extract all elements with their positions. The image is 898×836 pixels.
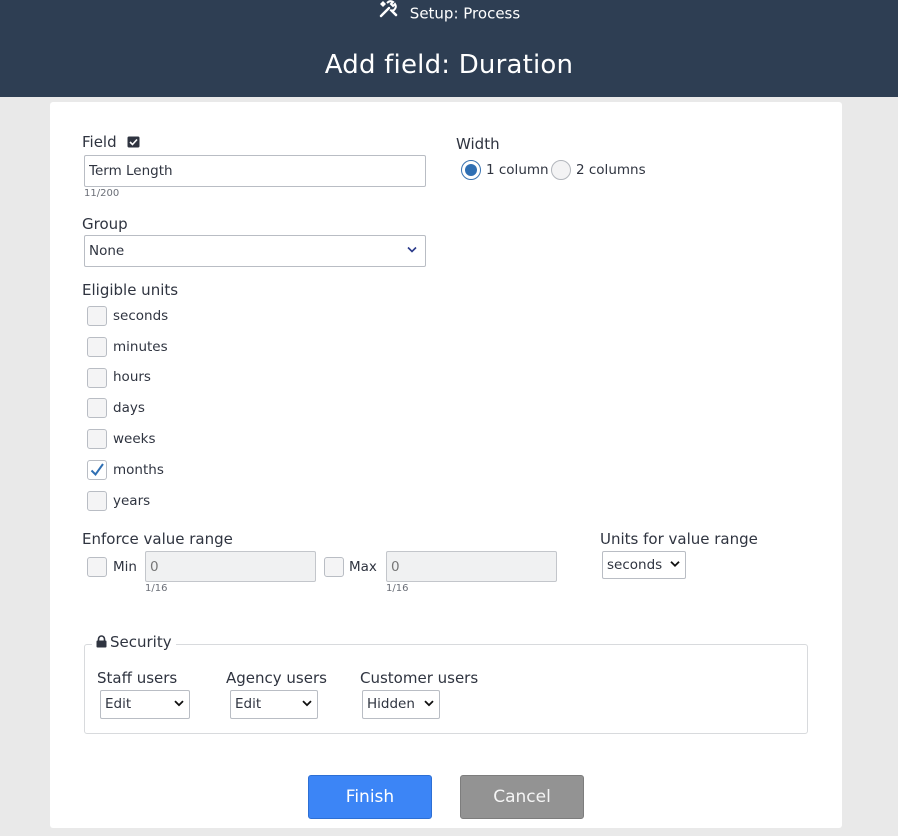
customer-users-label: Customer users <box>360 669 479 687</box>
unit-seconds-label: seconds <box>113 308 169 324</box>
group-select-value: None <box>89 243 125 259</box>
security-legend-label: Security <box>110 633 172 651</box>
group-select[interactable]: None <box>84 235 426 267</box>
field-name-input[interactable] <box>84 155 426 187</box>
chevron-down-icon <box>407 235 417 265</box>
agency-users-select-value: Edit <box>235 696 262 712</box>
customer-users-select-value: Hidden <box>367 696 415 712</box>
lock-icon <box>96 634 107 652</box>
min-checkbox[interactable] <box>87 557 107 577</box>
max-value-input[interactable] <box>386 551 557 582</box>
unit-minutes-checkbox[interactable] <box>87 337 107 357</box>
chevron-down-icon <box>174 690 184 717</box>
max-checkbox[interactable] <box>324 557 344 577</box>
field-label-group: Field <box>82 133 140 151</box>
unit-days-label: days <box>113 400 145 416</box>
unit-years-checkbox[interactable] <box>87 491 107 511</box>
max-value-counter: 1/16 <box>386 583 409 594</box>
chevron-down-icon <box>424 690 434 717</box>
page-header: Setup: Process Add field: Duration <box>0 0 898 97</box>
finish-button[interactable]: Finish <box>308 775 432 819</box>
chevron-down-icon <box>302 690 312 717</box>
unit-seconds-checkbox[interactable] <box>87 306 107 326</box>
security-fieldset <box>84 644 808 734</box>
units-range-select[interactable]: seconds <box>602 551 686 579</box>
form-card: Field 11/200 Width 1 column 2 columns Gr… <box>50 102 842 828</box>
unit-hours-label: hours <box>113 369 151 385</box>
checkmark-icon <box>90 463 104 477</box>
cancel-button[interactable]: Cancel <box>460 775 584 819</box>
unit-months-label: months <box>113 462 164 478</box>
width-label: Width <box>456 135 500 153</box>
checkbox-marked-icon[interactable] <box>127 134 140 152</box>
agency-users-select[interactable]: Edit <box>230 690 318 719</box>
units-range-select-value: seconds <box>607 557 663 573</box>
unit-months-checkbox[interactable] <box>87 460 107 480</box>
staff-users-select[interactable]: Edit <box>100 690 190 719</box>
field-name-counter: 11/200 <box>84 188 120 199</box>
unit-weeks-checkbox[interactable] <box>87 429 107 449</box>
eligible-units-label: Eligible units <box>82 281 179 299</box>
min-value-input[interactable] <box>145 551 316 582</box>
field-label: Field <box>82 133 117 151</box>
unit-years-label: years <box>113 493 151 509</box>
unit-minutes-label: minutes <box>113 339 168 355</box>
min-value-counter: 1/16 <box>145 583 168 594</box>
agency-users-label: Agency users <box>226 669 327 687</box>
security-legend: Security <box>92 633 176 651</box>
customer-users-select[interactable]: Hidden <box>362 690 440 719</box>
staff-users-select-value: Edit <box>105 696 132 712</box>
unit-days-checkbox[interactable] <box>87 398 107 418</box>
units-range-label: Units for value range <box>600 530 758 548</box>
tools-icon <box>378 0 398 22</box>
width-1-column-radio[interactable] <box>461 160 481 180</box>
page-title: Add field: Duration <box>324 50 574 80</box>
unit-weeks-label: weeks <box>113 431 156 447</box>
chevron-down-icon <box>670 551 680 577</box>
width-1-column-label: 1 column <box>486 162 549 178</box>
staff-users-label: Staff users <box>97 669 178 687</box>
width-2-columns-label: 2 columns <box>576 162 646 178</box>
width-2-columns-radio[interactable] <box>551 160 571 180</box>
max-label: Max <box>349 559 377 575</box>
enforce-range-label: Enforce value range <box>82 530 233 548</box>
min-label: Min <box>113 559 137 575</box>
group-label: Group <box>82 215 128 233</box>
breadcrumb[interactable]: Setup: Process <box>0 0 898 25</box>
unit-hours-checkbox[interactable] <box>87 368 107 388</box>
breadcrumb-label: Setup: Process <box>409 4 521 23</box>
